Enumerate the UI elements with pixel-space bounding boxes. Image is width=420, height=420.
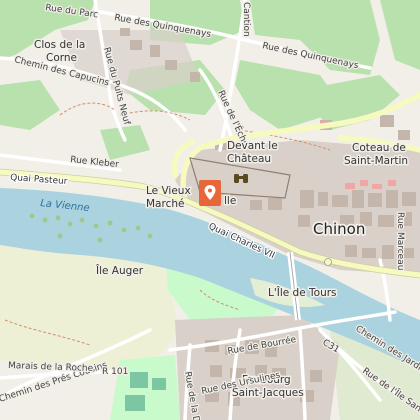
label-devant-chateau-2: Château bbox=[227, 153, 271, 165]
label-ile-auger: Île Auger bbox=[95, 264, 144, 277]
label-ville-fragment: lle bbox=[224, 195, 236, 207]
label-vieux-marche-1: Le Vieux bbox=[146, 185, 191, 197]
label-vieux-marche-2: Marché bbox=[146, 198, 184, 210]
label-coteau-1: Coteau de bbox=[352, 142, 406, 154]
label-coteau-2: Saint-Martin bbox=[344, 155, 408, 167]
label-clos-corne-2: Corne bbox=[46, 52, 77, 64]
label-cantion: Cantion bbox=[241, 2, 251, 37]
label-rue-marceau: Rue Marceau bbox=[395, 212, 405, 270]
map-view[interactable]: Clos de la Corne Rue du Parc Rue des Qui… bbox=[0, 0, 420, 420]
label-devant-chateau-1: Devant le bbox=[227, 140, 278, 152]
label-faubourg-2: Saint-Jacques bbox=[232, 387, 304, 399]
label-chinon: Chinon bbox=[313, 220, 365, 238]
roundabout bbox=[324, 258, 332, 266]
label-r101: R 101 bbox=[102, 367, 128, 377]
map-pin-marker[interactable] bbox=[199, 180, 221, 206]
label-clos-corne-1: Clos de la bbox=[34, 39, 85, 51]
map-canvas[interactable]: Clos de la Corne Rue du Parc Rue des Qui… bbox=[0, 0, 420, 420]
label-ile-de-tours: L'Île de Tours bbox=[268, 286, 337, 299]
